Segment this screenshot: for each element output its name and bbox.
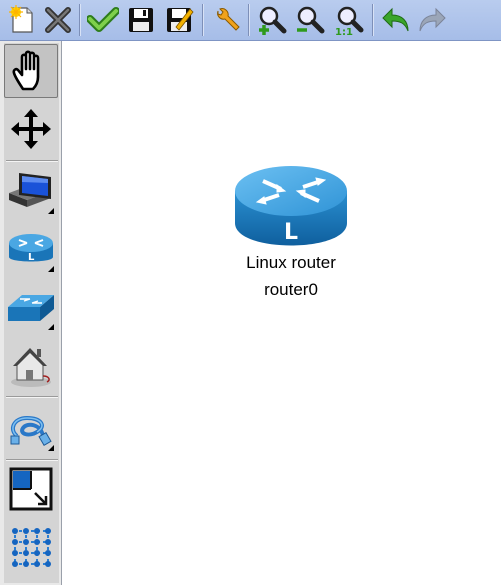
undo-button[interactable] [379,2,413,38]
switch-tool[interactable] [4,280,58,334]
switch-icon [8,295,54,321]
zoom-out-icon [297,6,325,34]
computer-tool[interactable] [4,164,58,218]
redo-arrow-icon [419,7,446,32]
resize-tool[interactable] [4,462,58,516]
new-document-icon [9,5,33,33]
cable-tool[interactable] [4,401,58,455]
redo-button[interactable] [415,2,449,38]
checkmark-icon [87,7,119,32]
network-canvas[interactable]: L Linux router router0 [63,41,501,585]
move-tool[interactable] [4,102,58,156]
undo-arrow-icon [382,7,409,32]
floppy-save-icon [129,8,153,32]
svg-text:1:1: 1:1 [335,27,353,36]
zoom-1-1-icon: 1:1 [335,6,364,36]
grid-tool[interactable] [4,520,58,574]
close-button[interactable] [41,2,75,38]
zoom-in-icon [259,6,287,35]
linux-router-icon[interactable]: L [233,161,349,249]
new-button[interactable] [5,2,39,38]
zoom-in-button[interactable] [255,2,289,38]
node-type-label: Linux router [246,253,336,272]
internet-tool[interactable] [4,338,58,392]
floppy-edit-icon [167,8,194,32]
save-button[interactable] [124,2,158,38]
save-as-button[interactable] [162,2,196,38]
close-x-icon [45,7,71,33]
resize-corner-icon [9,467,53,511]
router-node[interactable]: L Linux router router0 [233,161,349,303]
main-toolbar: 1:1 [0,0,501,41]
router-letter: L [284,220,298,245]
settings-button[interactable] [210,2,244,38]
wrench-icon [217,8,240,31]
house-internet-icon [11,348,51,387]
toolbox: L [0,41,62,585]
hand-pointer-icon [12,50,40,91]
zoom-reset-button[interactable]: 1:1 [331,2,365,38]
zoom-out-button[interactable] [293,2,327,38]
router-tool[interactable]: L [4,222,58,276]
move-arrows-icon [11,109,51,149]
ethernet-cable-icon [10,415,52,447]
svg-text:L: L [28,252,35,263]
computer-icon [9,173,51,207]
node-name-label[interactable]: router0 [233,276,349,303]
hand-tool[interactable] [4,44,58,98]
apply-button[interactable] [86,2,120,38]
grid-dots-icon [12,528,51,567]
router-icon: L [9,234,53,263]
